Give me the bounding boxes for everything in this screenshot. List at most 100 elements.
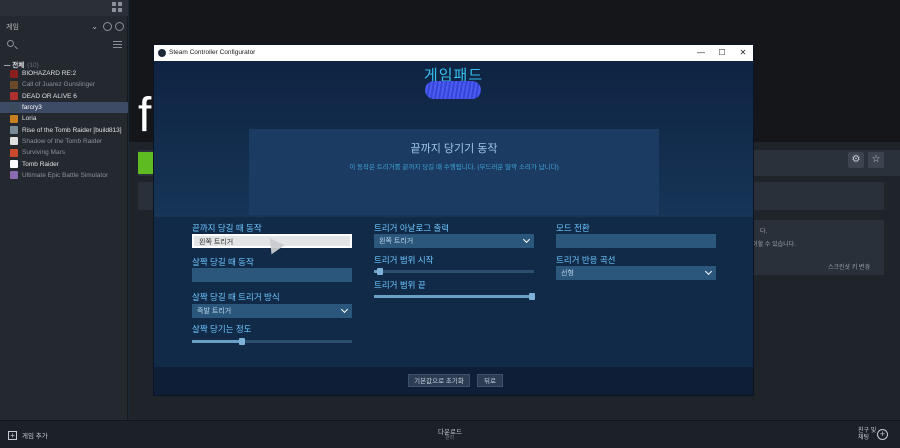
slider-fill	[192, 340, 242, 343]
game-icon	[10, 160, 18, 169]
mode-description-box: 끝까지 당기기 동작 이 동작은 트리거를 끝까지 당길 때 수행됩니다. (부…	[249, 129, 659, 215]
response-curve-select[interactable]: 선형	[556, 266, 716, 280]
game-icon	[10, 103, 18, 112]
library-filter-dropdown[interactable]: 게임 ⌄	[0, 19, 128, 35]
range-start-label: 트리거 범위 시작	[374, 255, 434, 265]
steam-client: 게임 ⌄ — 전체 (10) BIOHAZARD RE:2 Call of Juar…	[0, 0, 900, 448]
game-list-item[interactable]: DEAD OR ALIVE 6	[0, 91, 128, 102]
soft-pull-threshold-slider[interactable]	[192, 338, 352, 345]
trigger-settings-panel: 끝까지 당길 때 동작 왼쪽 트리거 살짝 당길 때 동작 살짝 당길 때 트리…	[154, 217, 753, 367]
add-friend-icon[interactable]: +	[877, 429, 888, 440]
mode-shift-field[interactable]	[556, 234, 716, 248]
game-name: Loria	[22, 115, 37, 123]
grid-view-icon[interactable]	[112, 2, 122, 12]
mode-title: 끝까지 당기기 동작	[410, 143, 498, 155]
game-list-item[interactable]: Rise of the Tomb Raider [build813]	[0, 124, 128, 135]
game-list-item[interactable]: Shadow of the Tomb Raider	[0, 136, 128, 147]
friends-label-2: 채팅	[858, 435, 870, 441]
soft-trigger-mode-label: 살짝 당길 때 트리거 방식	[192, 292, 280, 302]
play-filter-icon[interactable]	[115, 22, 124, 31]
game-name: Ultimate Epic Battle Simulator	[22, 171, 108, 179]
gear-icon[interactable]: ⚙	[848, 152, 864, 168]
chevron-down-icon[interactable]: ⌄	[91, 22, 98, 31]
search-icon	[7, 40, 14, 47]
game-list: BIOHAZARD RE:2 Call of Juarez Gunslinger D…	[0, 68, 128, 181]
minimize-icon[interactable]: —	[691, 47, 711, 59]
game-icon	[10, 126, 18, 135]
game-name: BIOHAZARD RE:2	[22, 70, 77, 78]
game-icon	[10, 80, 18, 89]
mode-shift-label: 모드 전환	[556, 223, 590, 233]
slider-handle[interactable]	[529, 293, 536, 300]
game-list-item[interactable]: Loria	[0, 113, 128, 124]
window-titlebar[interactable]: Steam Controller Configurator — ☐ ✕	[154, 45, 753, 61]
analog-output-select[interactable]: 왼쪽 트리거	[374, 234, 534, 248]
configurator-footer: 기본값으로 초기화 뒤로	[154, 367, 753, 395]
range-end-slider[interactable]	[374, 293, 536, 300]
friends-chat-button[interactable]: 친구 및 채팅	[858, 428, 878, 442]
game-icon	[10, 171, 18, 180]
back-button[interactable]: 뒤로	[477, 374, 503, 387]
game-icon	[10, 69, 18, 78]
friends-label-1: 친구 및	[858, 428, 877, 434]
game-icon	[10, 137, 18, 146]
game-list-item[interactable]: Surviving Mars	[0, 147, 128, 158]
game-name: farcry3	[22, 104, 42, 112]
game-name: Tomb Raider	[22, 160, 59, 168]
game-list-item[interactable]: Ultimate Epic Battle Simulator	[0, 170, 128, 181]
bottom-bar: + 게임 추가 다운로드 관리 친구 및 채팅 +	[0, 420, 900, 448]
full-pull-label: 끝까지 당길 때 동작	[192, 223, 262, 233]
window-title: Steam Controller Configurator	[169, 49, 256, 56]
full-pull-value: 왼쪽 트리거	[199, 239, 234, 246]
chevron-down-icon	[522, 235, 531, 244]
game-list-item[interactable]: Tomb Raider	[0, 158, 128, 169]
slider-handle[interactable]	[238, 338, 245, 345]
game-name: Shadow of the Tomb Raider	[22, 137, 103, 145]
analog-output-value: 왼쪽 트리거	[379, 238, 414, 245]
game-icon	[10, 114, 18, 123]
soft-trigger-mode-select[interactable]: 즉발 트리거	[192, 304, 352, 318]
library-search[interactable]	[0, 37, 128, 53]
soft-trigger-mode-value: 즉발 트리거	[197, 308, 232, 315]
game-icon	[10, 92, 18, 101]
response-curve-value: 선형	[561, 270, 574, 277]
game-list-item[interactable]: farcry3	[0, 101, 128, 114]
game-name: Rise of the Tomb Raider [build813]	[22, 126, 122, 134]
redaction-scribble	[425, 81, 481, 99]
game-name: Call of Juarez Gunslinger	[22, 81, 95, 89]
downloads-sub-label: 관리	[445, 435, 455, 441]
game-list-item[interactable]: Call of Juarez Gunslinger	[0, 79, 128, 90]
close-icon[interactable]: ✕	[733, 47, 753, 59]
plus-icon: +	[8, 430, 17, 440]
maximize-icon[interactable]: ☐	[712, 47, 732, 59]
game-logo: f	[138, 89, 152, 142]
chevron-down-icon	[704, 267, 713, 276]
filter-label: 게임	[6, 24, 19, 31]
play-button[interactable]	[138, 152, 154, 174]
response-curve-label: 트리거 반응 곡선	[556, 255, 616, 265]
chevron-down-icon	[340, 305, 349, 314]
add-game-button[interactable]: + 게임 추가	[8, 430, 48, 440]
configurator-body: 게임패드 끝까지 당기기 동작 이 동작은 트리거를 끝까지 당길 때 수행됩니…	[154, 61, 753, 395]
soft-pull-threshold-label: 살짝 당기는 정도	[192, 324, 252, 334]
sidebar-topbar	[0, 0, 128, 16]
range-start-slider[interactable]	[374, 268, 534, 275]
add-game-label: 게임 추가	[22, 433, 48, 440]
panel-text-1: 다.	[760, 229, 768, 235]
star-icon[interactable]: ☆	[868, 152, 884, 168]
game-list-item[interactable]: BIOHAZARD RE:2	[0, 68, 128, 79]
recent-clock-icon[interactable]	[103, 22, 112, 31]
soft-pull-action-field[interactable]	[192, 268, 352, 282]
game-name: Surviving Mars	[22, 149, 65, 157]
reset-defaults-button[interactable]: 기본값으로 초기화	[408, 374, 470, 387]
screenshot-key-link[interactable]: 스크린샷 키 변경	[828, 262, 870, 271]
steam-logo-icon	[158, 49, 166, 57]
filter-sliders-icon[interactable]	[113, 41, 122, 48]
soft-pull-label: 살짝 당길 때 동작	[192, 257, 254, 267]
configurator-header-area: 게임패드 끝까지 당기기 동작 이 동작은 트리거를 끝까지 당길 때 수행됩니…	[154, 61, 753, 217]
analog-output-label: 트리거 아날로그 출력	[374, 223, 450, 233]
slider-handle[interactable]	[377, 268, 384, 275]
library-sidebar: 게임 ⌄ — 전체 (10) BIOHAZARD RE:2 Call of Juar…	[0, 0, 128, 420]
game-icon	[10, 148, 18, 157]
range-end-label: 트리거 범위 끝	[374, 280, 426, 290]
